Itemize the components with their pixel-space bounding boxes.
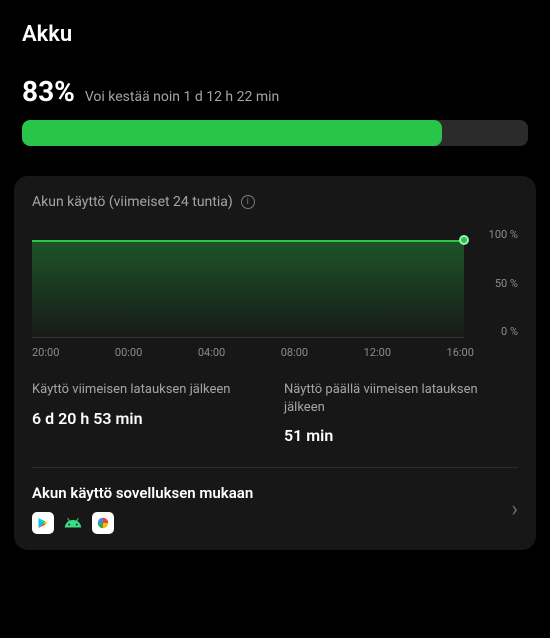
photos-icon [92,512,114,534]
stat-usage-since-charge: Käyttö viimeisen latauksen jälkeen 6 d 2… [32,381,266,445]
stat-label: Käyttö viimeisen latauksen jälkeen [32,381,266,399]
page-title: Akku [0,0,550,75]
chart-area-fill [32,240,464,337]
app-usage-left: Akun käyttö sovelluksen mukaan [32,484,253,534]
battery-summary: 83% Voi kestää noin 1 d 12 h 22 min [0,75,550,160]
y-tick: 0 % [476,325,518,338]
info-icon[interactable]: i [241,195,255,209]
chart-plot-area [32,228,464,338]
y-tick: 50 % [476,277,518,290]
divider [32,467,518,468]
stat-screen-on-since-charge: Näyttö päällä viimeisen latauksen jälkee… [284,381,518,445]
stats-row: Käyttö viimeisen latauksen jälkeen 6 d 2… [32,381,518,445]
app-usage-row[interactable]: Akun käyttö sovelluksen mukaan › [32,484,518,534]
battery-percent: 83% [22,75,75,108]
x-tick: 08:00 [281,346,308,359]
battery-estimate: Voi kestää noin 1 d 12 h 22 min [85,89,279,105]
y-tick: 100 % [476,228,518,241]
battery-percent-row: 83% Voi kestää noin 1 d 12 h 22 min [22,75,528,108]
battery-progress-fill [22,120,442,146]
app-usage-title: Akun käyttö sovelluksen mukaan [32,484,253,502]
x-tick: 16:00 [447,346,474,359]
chart-y-axis: 100 % 50 % 0 % [474,228,518,338]
stat-value: 6 d 20 h 53 min [32,409,266,428]
x-tick: 04:00 [198,346,225,359]
chevron-right-icon: › [511,497,518,522]
stat-value: 51 min [284,426,518,445]
usage-card-title: Akun käyttö (viimeiset 24 tuntia) [32,194,233,210]
usage-card-header: Akun käyttö (viimeiset 24 tuntia) i [32,194,518,210]
chart-x-axis: 20:00 00:00 04:00 08:00 12:00 16:00 [32,346,518,359]
stat-label: Näyttö päällä viimeisen latauksen jälkee… [284,381,518,416]
play-store-icon [32,512,54,534]
android-icon [62,512,84,534]
app-icon-row [32,512,253,534]
battery-progress-bar [22,120,528,146]
chart-current-marker [459,235,469,245]
battery-chart: 100 % 50 % 0 % [32,228,518,338]
x-tick: 00:00 [115,346,142,359]
x-tick: 20:00 [32,346,59,359]
x-tick: 12:00 [364,346,391,359]
usage-card: Akun käyttö (viimeiset 24 tuntia) i 100 … [14,176,536,550]
